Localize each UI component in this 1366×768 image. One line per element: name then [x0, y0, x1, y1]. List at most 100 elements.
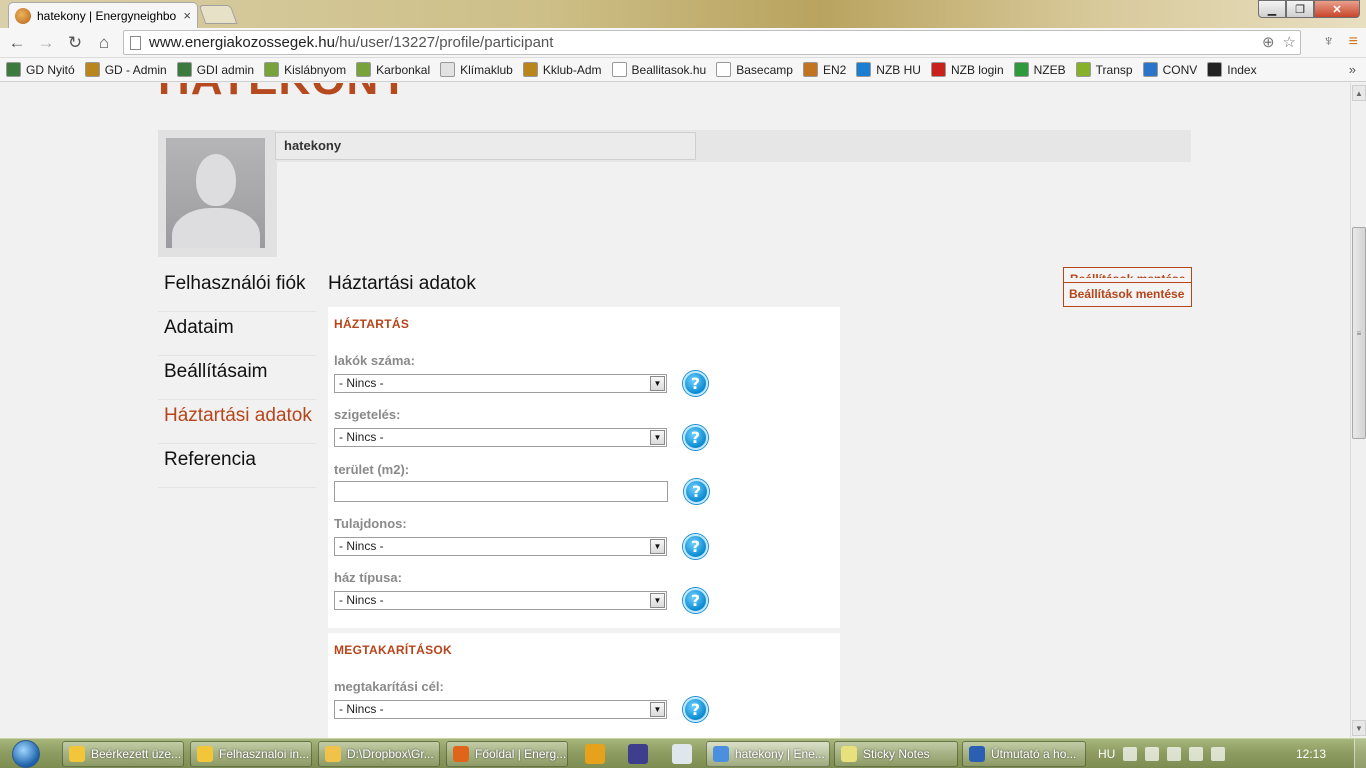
bookmark-favicon-icon	[611, 62, 627, 77]
bookmark-item[interactable]: Transp	[1075, 62, 1133, 77]
area-input[interactable]	[334, 481, 668, 502]
bookmark-favicon-icon	[264, 62, 280, 77]
savings-goal-label: megtakarítási cél:	[334, 679, 444, 694]
language-indicator[interactable]: HU	[1098, 747, 1115, 761]
site-favicon-icon	[15, 7, 31, 24]
tray-expand-icon[interactable]	[1123, 747, 1138, 761]
bookmark-item[interactable]: Kislábnyom	[264, 62, 346, 77]
household-panel: HÁZTARTÁS lakók száma: - Nincs - ▼ ? szi…	[328, 307, 840, 628]
owner-select[interactable]: - Nincs - ▼	[334, 537, 667, 556]
restore-button[interactable]: ❐	[1286, 0, 1314, 18]
sidebar-item-household-data[interactable]: Háztartási adatok	[158, 400, 316, 444]
network-icon[interactable]	[1145, 747, 1160, 761]
volume-icon[interactable]	[1167, 747, 1182, 761]
bookmark-item[interactable]: Kklub-Adm	[522, 62, 602, 77]
url-text[interactable]: www.energiakozossegek.hu/hu/user/13227/p…	[149, 34, 553, 51]
scroll-down-icon[interactable]: ▼	[1352, 720, 1366, 736]
bookmark-item[interactable]: GD - Admin	[84, 62, 167, 77]
show-desktop-button[interactable]	[1354, 739, 1366, 768]
back-arrow-icon[interactable]: ←	[6, 32, 28, 54]
taskbar-button[interactable]: Beérkezett üze...	[62, 741, 184, 767]
house-type-select-value: - Nincs -	[339, 593, 384, 607]
bookmark-item[interactable]: NZEB	[1013, 62, 1066, 77]
address-bar[interactable]: www.energiakozossegek.hu/hu/user/13227/p…	[123, 30, 1301, 55]
taskbar-button[interactable]: Felhasznaloi in...	[190, 741, 312, 767]
bookmark-item[interactable]: Beallitasok.hu	[611, 62, 706, 77]
taskbar: Beérkezett üze... Felhasznaloi in... D:\Dr…	[0, 738, 1366, 768]
bookmarks-overflow-icon[interactable]: »	[1349, 62, 1356, 77]
bookmark-item[interactable]: Klímaklub	[440, 62, 513, 77]
chevron-down-icon[interactable]: ▼	[650, 376, 665, 391]
reload-icon[interactable]: ↻	[64, 32, 86, 54]
scrollbar-thumb[interactable]: ≡	[1352, 227, 1366, 439]
bookmark-item[interactable]: Basecamp	[716, 62, 793, 77]
bookmark-favicon-icon	[856, 62, 872, 77]
media-player-icon[interactable]	[585, 744, 605, 764]
start-button[interactable]	[4, 739, 48, 768]
save-settings-button[interactable]: Beállítások mentése	[1064, 282, 1191, 306]
bookmark-item[interactable]: Index	[1207, 62, 1257, 77]
minimize-button[interactable]: ▁	[1258, 0, 1286, 18]
bookmark-item[interactable]: GD Nyitó	[6, 62, 75, 77]
insulation-select[interactable]: - Nincs - ▼	[334, 428, 667, 447]
title-bar: hatekony | Energyneighbo × ▁ ❐ ✕	[0, 0, 1366, 28]
bookmark-label: Basecamp	[736, 62, 793, 77]
zoom-icon[interactable]: ⊕	[1262, 33, 1275, 51]
home-icon[interactable]: ⌂	[93, 32, 115, 54]
bookmark-favicon-icon	[176, 62, 192, 77]
help-icon[interactable]: ?	[684, 479, 709, 504]
dropbox-icon[interactable]	[1211, 747, 1226, 761]
bookmark-label: Transp	[1095, 62, 1133, 77]
chevron-down-icon[interactable]: ▼	[650, 430, 665, 445]
chrome-menu-icon[interactable]: ≡	[1349, 33, 1358, 51]
bookmark-star-icon[interactable]: ☆	[1283, 33, 1296, 51]
taskbar-button-label: hatekony | Ene...	[735, 747, 825, 761]
help-icon[interactable]: ?	[683, 425, 708, 450]
bookmark-item[interactable]: NZB HU	[856, 62, 921, 77]
residents-select[interactable]: - Nincs - ▼	[334, 374, 667, 393]
new-tab-button[interactable]	[198, 5, 238, 24]
taskbar-button[interactable]: Útmutató a ho...	[962, 741, 1086, 767]
sidebar-item-reference[interactable]: Referencia	[158, 444, 316, 488]
bookmark-item[interactable]: Karbonkal	[356, 62, 430, 77]
bookmark-label: Karbonkal	[376, 62, 431, 77]
help-icon[interactable]: ?	[683, 697, 708, 722]
bookmark-label: EN2	[822, 62, 847, 77]
taskbar-button[interactable]: Főoldal | Energ...	[446, 741, 568, 767]
profile-username: hatekony	[275, 132, 696, 160]
taskbar-button-label: Sticky Notes	[863, 747, 930, 761]
windows-logo-icon	[12, 740, 40, 768]
tab-close-icon[interactable]: ×	[183, 8, 191, 23]
bookmark-item[interactable]: NZB login	[930, 62, 1004, 77]
scroll-up-icon[interactable]: ▲	[1352, 85, 1366, 101]
bookmark-item[interactable]: EN2	[802, 62, 847, 77]
close-window-button[interactable]: ✕	[1314, 0, 1360, 18]
sidebar-item-my-data[interactable]: Adataim	[158, 312, 316, 356]
profile-name-bar: hatekony	[275, 130, 1191, 162]
clock[interactable]: 12:13	[1296, 747, 1326, 761]
bookmark-item[interactable]: CONV	[1142, 62, 1197, 77]
chevron-down-icon[interactable]: ▼	[650, 539, 665, 554]
sidebar-item-my-settings[interactable]: Beállításaim	[158, 356, 316, 400]
taskbar-button[interactable]: Sticky Notes	[834, 741, 958, 767]
save-disk-icon[interactable]	[628, 744, 648, 764]
chevron-down-icon[interactable]: ▼	[650, 593, 665, 608]
sidebar-item-account[interactable]: Felhasználói fiók	[158, 268, 316, 312]
taskbar-button[interactable]: hatekony | Ene...	[706, 741, 830, 767]
help-icon[interactable]: ?	[683, 371, 708, 396]
help-icon[interactable]: ?	[683, 588, 708, 613]
bookmark-label: GD - Admin	[104, 62, 167, 77]
taskbar-button[interactable]: D:\Dropbox\Gr...	[318, 741, 440, 767]
vertical-scrollbar[interactable]: ▲ ≡ ▼	[1350, 83, 1366, 738]
savings-goal-select[interactable]: - Nincs - ▼	[334, 700, 667, 719]
forward-arrow-icon[interactable]: →	[35, 32, 57, 54]
bookmark-item[interactable]: GDI admin	[176, 62, 254, 77]
extension-icon[interactable]: ♆	[1323, 33, 1335, 51]
calculator-icon[interactable]	[672, 744, 692, 764]
notes-tray-icon[interactable]	[1189, 747, 1204, 761]
save-area: Beállítások mentése Beállítások mentése	[1063, 267, 1192, 307]
browser-tab-active[interactable]: hatekony | Energyneighbo ×	[8, 2, 198, 28]
house-type-select[interactable]: - Nincs - ▼	[334, 591, 667, 610]
chevron-down-icon[interactable]: ▼	[650, 702, 665, 717]
help-icon[interactable]: ?	[683, 534, 708, 559]
